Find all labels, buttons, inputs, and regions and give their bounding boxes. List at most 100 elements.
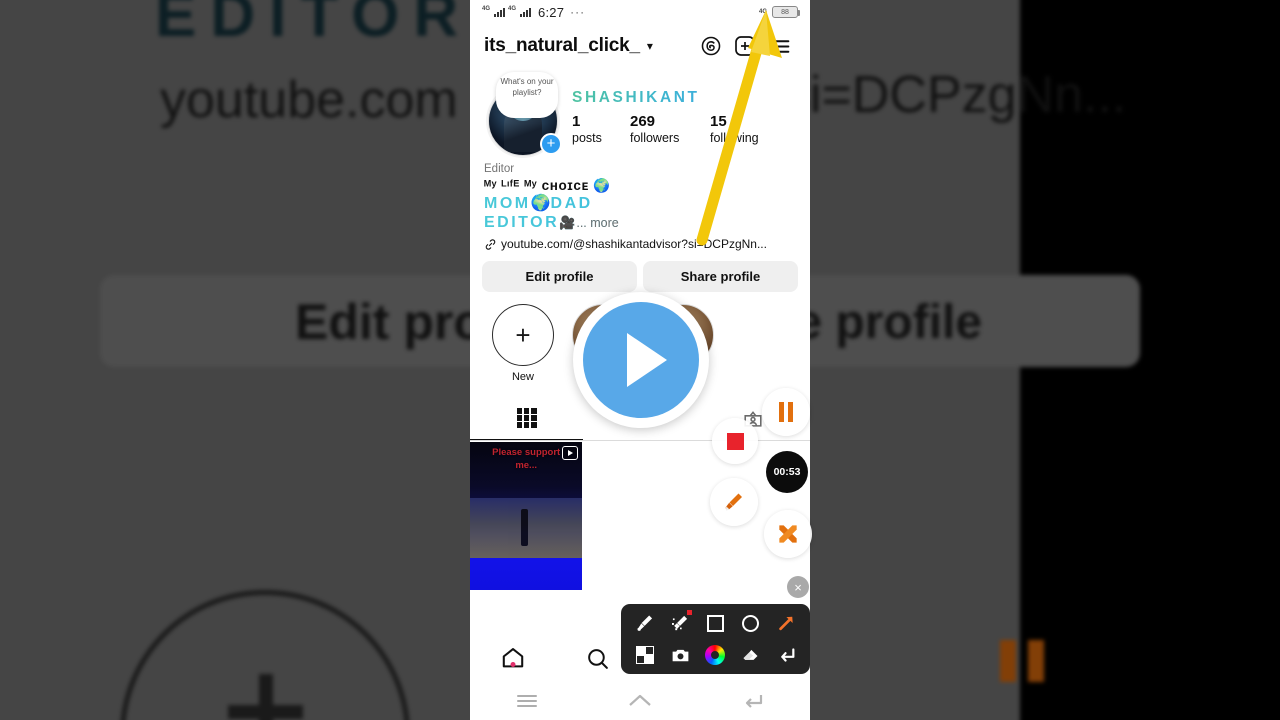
arrow-tool-icon[interactable]	[772, 609, 800, 637]
chevron-down-icon[interactable]: ▾	[647, 39, 653, 53]
bio-line-1: ᴹʸ ᴸᶦᶠᴱ ᴹʸ ᴄʜᴏɪᴄᴇ 🌍	[484, 177, 796, 194]
drawing-toolbar-row-2	[627, 640, 804, 670]
screenshot-camera-icon[interactable]	[666, 641, 694, 669]
hamburger-menu-icon[interactable]	[762, 34, 796, 59]
recorder-pause-button[interactable]	[762, 388, 810, 436]
edit-profile-button[interactable]: Edit profile	[482, 261, 637, 292]
rectangle-tool-icon[interactable]	[701, 609, 729, 637]
recorder-brush-button[interactable]	[710, 478, 758, 526]
rectangle-glyph	[706, 614, 724, 632]
highlight-new[interactable]: + New	[490, 304, 556, 383]
color-picker-icon[interactable]	[701, 641, 729, 669]
drawing-toolbar	[621, 604, 810, 674]
bg-pause-bar1	[1000, 640, 1016, 682]
network-label-1: 4G	[482, 6, 491, 12]
note-bubble[interactable]: What's on your playlist?	[496, 72, 558, 118]
stats-column: SHASHIKANT 1 posts 269 followers 15 foll…	[572, 85, 796, 146]
stat-following[interactable]: 15 following	[710, 113, 796, 146]
bio-line-2b-text: DAD	[550, 195, 593, 212]
ellipse-glyph	[742, 614, 760, 632]
status-bar-right: 4G 88	[758, 6, 800, 18]
magic-pen-badge-dot	[687, 610, 693, 615]
play-button-circle[interactable]	[583, 302, 699, 418]
home-icon	[629, 694, 651, 706]
bg-text-share-profile: are profile	[810, 296, 983, 349]
bio-link-text: youtube.com/@shashikantadvisor?si=DCPzgN…	[501, 237, 767, 251]
stat-followers[interactable]: 269 followers	[630, 113, 710, 146]
recorder-tools-button[interactable]	[764, 510, 812, 558]
battery-level: 88	[781, 8, 789, 16]
screenshot-root: EDITOR youtube.com Edit profi New Ne	[0, 0, 1280, 720]
stat-posts-label: posts	[572, 130, 602, 145]
color-wheel-glyph	[705, 645, 726, 665]
grid-icon	[516, 408, 537, 428]
home-notification-dot	[510, 662, 515, 667]
threads-icon[interactable]	[694, 35, 728, 57]
android-recents-button[interactable]	[470, 692, 583, 711]
stat-posts[interactable]: 1 posts	[572, 113, 630, 146]
post-caption-line-2: me...	[515, 460, 537, 471]
undo-icon[interactable]	[772, 641, 800, 669]
magic-pen-icon[interactable]	[666, 609, 694, 637]
status-bar-left: 4G 4G 6:27 ···	[482, 5, 585, 20]
eraser-tool-icon[interactable]	[737, 641, 765, 669]
background-right-content: ?si=DCPzgNn... are profile u... 00:53	[810, 0, 1140, 720]
add-post-icon[interactable]	[728, 34, 762, 58]
bio-line-2-text: MOM	[484, 195, 531, 212]
background-left-panel: EDITOR youtube.com Edit profi New Ne	[0, 0, 470, 720]
bg-plus-v	[259, 674, 273, 720]
brush-tool-icon[interactable]	[631, 609, 659, 637]
bg-text-query: ?si=DCPzgNn...	[810, 66, 1127, 124]
highlight-label-0: New	[511, 371, 534, 383]
play-button-overlay[interactable]	[573, 292, 709, 428]
status-more-dots: ···	[570, 5, 586, 19]
post-thumbnail[interactable]: Please support me...	[470, 442, 583, 591]
post-empty-1	[583, 442, 697, 591]
share-profile-button[interactable]: Share profile	[643, 261, 798, 292]
android-navigation-bar	[470, 682, 810, 720]
android-back-button[interactable]	[697, 691, 810, 711]
bio-external-link[interactable]: youtube.com/@shashikantadvisor?si=DCPzgN…	[484, 237, 796, 251]
ellipse-tool-icon[interactable]	[737, 609, 765, 637]
battery-icon: 88	[772, 6, 800, 18]
tools-icon	[779, 525, 797, 543]
stat-following-label: following	[710, 130, 759, 145]
add-story-badge[interactable]: +	[540, 133, 562, 155]
bio-line-3: EDITOR 🎥... more	[484, 213, 796, 233]
background-right-panel: ?si=DCPzgNn... are profile u... 00:53	[810, 0, 1280, 720]
background-left-content: EDITOR youtube.com Edit profi New Ne	[0, 0, 470, 720]
username-label[interactable]: its_natural_click_	[484, 35, 640, 57]
recorder-stop-button[interactable]	[712, 418, 758, 464]
bio-line-2: MOM🌍DAD	[484, 194, 796, 213]
back-icon	[746, 695, 763, 708]
stat-followers-label: followers	[630, 130, 680, 145]
bg-text-youtube: youtube.com	[160, 71, 458, 129]
bio-more-link[interactable]: ... more	[576, 214, 618, 233]
bio-line-1-text: ᴹʸ ᴸᶦᶠᴱ ᴹʸ ᴄʜᴏɪᴄᴇ	[484, 178, 589, 193]
recents-icon	[516, 692, 537, 711]
android-home-button[interactable]	[583, 691, 696, 711]
profile-actions: Edit profile Share profile	[470, 251, 810, 292]
stop-record-icon	[726, 432, 744, 450]
tab-grid[interactable]	[470, 397, 584, 440]
status-time: 6:27	[538, 4, 565, 20]
bio-category: Editor	[484, 163, 515, 175]
link-icon	[485, 238, 496, 250]
mosaic-tool-icon[interactable]	[631, 641, 659, 669]
bio-line-2-emoji: 🌍	[530, 195, 551, 212]
signal-bars-icon-1	[494, 7, 506, 17]
recorder-close-button[interactable]: ×	[787, 576, 809, 598]
nav-home[interactable]	[470, 645, 555, 671]
stats-row: 1 posts 269 followers 15 following	[572, 113, 796, 146]
add-highlight-icon[interactable]: +	[492, 304, 554, 366]
home-icon	[502, 648, 523, 668]
status-bar: 4G 4G 6:27 ··· 4G 88	[470, 0, 810, 24]
stat-followers-value: 269	[630, 112, 656, 130]
bg-text-edit-profile: Edit profi	[295, 294, 470, 350]
network-label-right: 4G	[758, 9, 767, 15]
avatar-container[interactable]: What's on your playlist? +	[484, 72, 562, 158]
posts-grid: Please support me...	[470, 441, 810, 591]
pause-icon	[779, 402, 793, 422]
bio-line-3-emoji: 🎥	[559, 215, 576, 230]
bio-section: Editor ᴹʸ ᴸᶦᶠᴱ ᴹʸ ᴄʜᴏɪᴄᴇ 🌍 MOM🌍DAD EDITO…	[470, 158, 810, 251]
